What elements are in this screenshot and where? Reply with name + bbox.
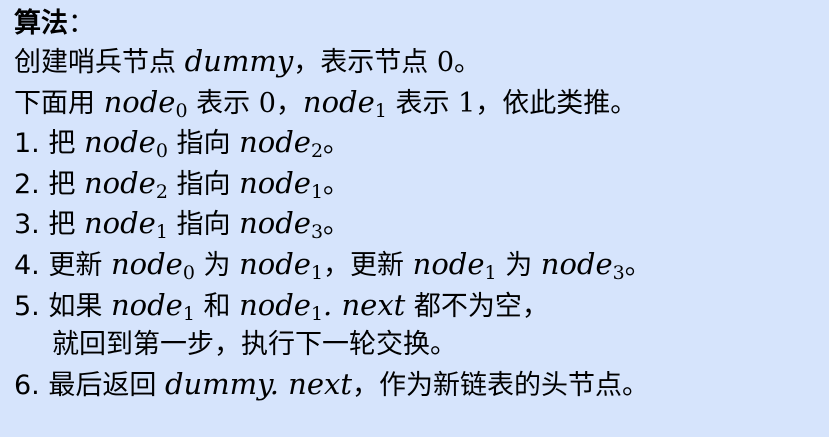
text: 就回到第一步，执行下一轮交换。 xyxy=(52,329,457,361)
math-node: node xyxy=(540,246,613,281)
text: 。 xyxy=(454,47,481,78)
math-subscript: 1 xyxy=(155,221,168,244)
text: 表示 xyxy=(386,87,459,119)
text: 都不为空， xyxy=(405,290,549,322)
math-subscript: 0 xyxy=(155,140,168,163)
math-dummy-next: dummy. next xyxy=(164,366,352,401)
step-number: 4. xyxy=(14,249,40,281)
step-number: 6. xyxy=(14,369,40,401)
text: 把 xyxy=(39,128,84,160)
step-number: 2. xyxy=(14,168,40,200)
math-dummy: dummy xyxy=(184,44,294,78)
math-number: 0 xyxy=(258,87,276,119)
math-subscript: 2 xyxy=(310,140,324,163)
notation-description: 下面用 node0 表示 0，node1 表示 1，依此类推。 xyxy=(14,83,829,124)
math-node: node xyxy=(239,206,311,241)
text: 更新 xyxy=(39,249,111,281)
text: 创建哨兵节点 xyxy=(14,47,185,78)
step-number: 5. xyxy=(14,290,40,322)
math-node: node xyxy=(103,84,176,119)
algorithm-card: 算法： 创建哨兵节点 dummy，表示节点 0。 下面用 node0 表示 0，… xyxy=(0,0,829,437)
algorithm-title: 算法 xyxy=(14,8,68,39)
math-node: node xyxy=(412,246,485,281)
math-subscript: 0 xyxy=(175,99,188,122)
math-node: node xyxy=(83,125,156,160)
math-node: node xyxy=(239,125,311,160)
text: ，更新 xyxy=(323,249,413,281)
math-next: . next xyxy=(323,287,406,322)
algorithm-heading: 算法： xyxy=(14,6,829,42)
math-subscript: 1 xyxy=(374,99,387,122)
text: 把 xyxy=(39,209,84,241)
text: 。 xyxy=(323,209,351,241)
math-node: node xyxy=(110,287,183,322)
math-subscript: 3 xyxy=(612,261,625,284)
math-subscript: 3 xyxy=(310,221,324,244)
step-number: 1. xyxy=(14,128,40,160)
step-1: 1. 把 node0 指向 node2。 xyxy=(14,123,829,164)
text: ，表示节点 xyxy=(293,47,437,78)
step-3: 3. 把 node1 指向 node3。 xyxy=(14,204,829,245)
text: 指向 xyxy=(167,128,240,160)
math-subscript: 1 xyxy=(310,180,324,203)
text: 。 xyxy=(624,249,652,281)
text: 把 xyxy=(39,168,84,200)
text: 下面用 xyxy=(14,87,104,119)
step-number: 3. xyxy=(14,209,40,241)
step-5: 5. 如果 node1 和 node1. next 都不为空， xyxy=(14,286,829,327)
text: ， xyxy=(275,87,303,119)
math-node: node xyxy=(239,246,311,281)
text: 表示 xyxy=(187,87,259,119)
math-node: node xyxy=(83,165,156,200)
text: 指向 xyxy=(167,168,240,200)
text: 和 xyxy=(194,290,240,322)
text: ，作为新链表的头节点。 xyxy=(352,369,649,401)
text: 为 xyxy=(496,249,541,281)
math-node: node xyxy=(302,84,375,119)
step-2: 2. 把 node2 指向 node1。 xyxy=(14,164,829,205)
text: ，依此类推。 xyxy=(475,87,638,119)
text: 最后返回 xyxy=(39,369,165,401)
sentinel-description: 创建哨兵节点 dummy，表示节点 0。 xyxy=(14,42,829,83)
text: 为 xyxy=(194,249,240,281)
text: 如果 xyxy=(39,290,111,322)
heading-colon: ： xyxy=(68,8,95,39)
text: 。 xyxy=(323,128,351,160)
math-subscript: 2 xyxy=(155,180,168,203)
text: 。 xyxy=(323,168,351,200)
math-node: node xyxy=(239,287,311,322)
step-5-continuation: 就回到第一步，执行下一轮交换。 xyxy=(14,326,829,365)
math-subscript: 0 xyxy=(182,261,195,284)
math-node: node xyxy=(110,246,183,281)
step-4: 4. 更新 node0 为 node1，更新 node1 为 node3。 xyxy=(14,245,829,286)
step-6: 6. 最后返回 dummy. next，作为新链表的头节点。 xyxy=(14,365,829,406)
math-subscript: 1 xyxy=(310,261,324,284)
math-node: node xyxy=(239,165,311,200)
text: 指向 xyxy=(167,209,240,241)
math-number: 1 xyxy=(458,87,476,119)
math-zero: 0 xyxy=(436,47,454,78)
math-subscript: 1 xyxy=(484,261,497,284)
math-node: node xyxy=(83,206,156,241)
math-subscript: 1 xyxy=(182,302,195,325)
math-subscript: 1 xyxy=(310,302,324,325)
